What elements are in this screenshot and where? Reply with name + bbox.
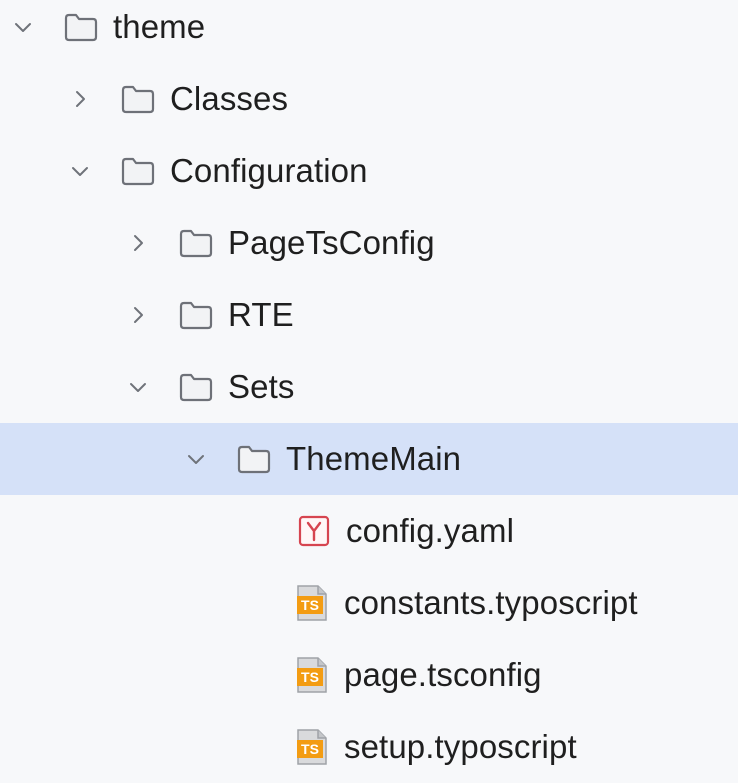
folder-icon (178, 369, 214, 405)
tree-node-label: Configuration (170, 152, 368, 189)
tree-node-label: Classes (170, 80, 289, 117)
svg-text:TS: TS (301, 741, 319, 757)
tree-node-label: theme (113, 8, 206, 45)
tree-node-label: constants.typoscript (344, 584, 638, 621)
tree-node-sets[interactable]: Sets (0, 351, 738, 423)
svg-text:TS: TS (301, 669, 319, 685)
tree-node-label: setup.typoscript (344, 728, 577, 765)
yaml-file-icon (296, 513, 332, 549)
folder-icon (178, 297, 214, 333)
tree-node-config-yaml[interactable]: config.yaml (0, 495, 738, 567)
tree-node-page-tsconfig[interactable]: TS page.tsconfig (0, 639, 738, 711)
tree-node-label: config.yaml (346, 512, 515, 549)
chevron-down-icon[interactable] (182, 445, 210, 473)
project-tree: theme Classes Configuration PageTsConfig (0, 0, 738, 771)
folder-icon (178, 225, 214, 261)
tree-node-constants-typoscript[interactable]: TS constants.typoscript (0, 567, 738, 639)
chevron-right-icon[interactable] (124, 229, 152, 257)
typoscript-file-icon: TS (294, 729, 330, 765)
chevron-right-icon[interactable] (124, 301, 152, 329)
tree-node-rte[interactable]: RTE (0, 279, 738, 351)
typoscript-file-icon: TS (294, 657, 330, 693)
tree-node-thememain[interactable]: ThemeMain (0, 423, 738, 495)
folder-icon (236, 441, 272, 477)
typoscript-file-icon: TS (294, 585, 330, 621)
tree-node-setup-typoscript[interactable]: TS setup.typoscript (0, 711, 738, 783)
folder-icon (120, 153, 156, 189)
folder-icon (63, 9, 99, 45)
chevron-down-icon[interactable] (124, 373, 152, 401)
chevron-down-icon[interactable] (66, 157, 94, 185)
chevron-down-icon[interactable] (9, 13, 37, 41)
tree-node-configuration[interactable]: Configuration (0, 135, 738, 207)
tree-node-label: RTE (228, 296, 294, 333)
tree-node-classes[interactable]: Classes (0, 63, 738, 135)
tree-node-theme[interactable]: theme (0, 0, 738, 63)
tree-node-label: Sets (228, 368, 295, 405)
tree-node-label: page.tsconfig (344, 656, 542, 693)
tree-node-pagetsconfig[interactable]: PageTsConfig (0, 207, 738, 279)
tree-node-label: ThemeMain (286, 440, 462, 477)
svg-text:TS: TS (301, 597, 319, 613)
tree-node-label: PageTsConfig (228, 224, 435, 261)
chevron-right-icon[interactable] (66, 85, 94, 113)
folder-icon (120, 81, 156, 117)
